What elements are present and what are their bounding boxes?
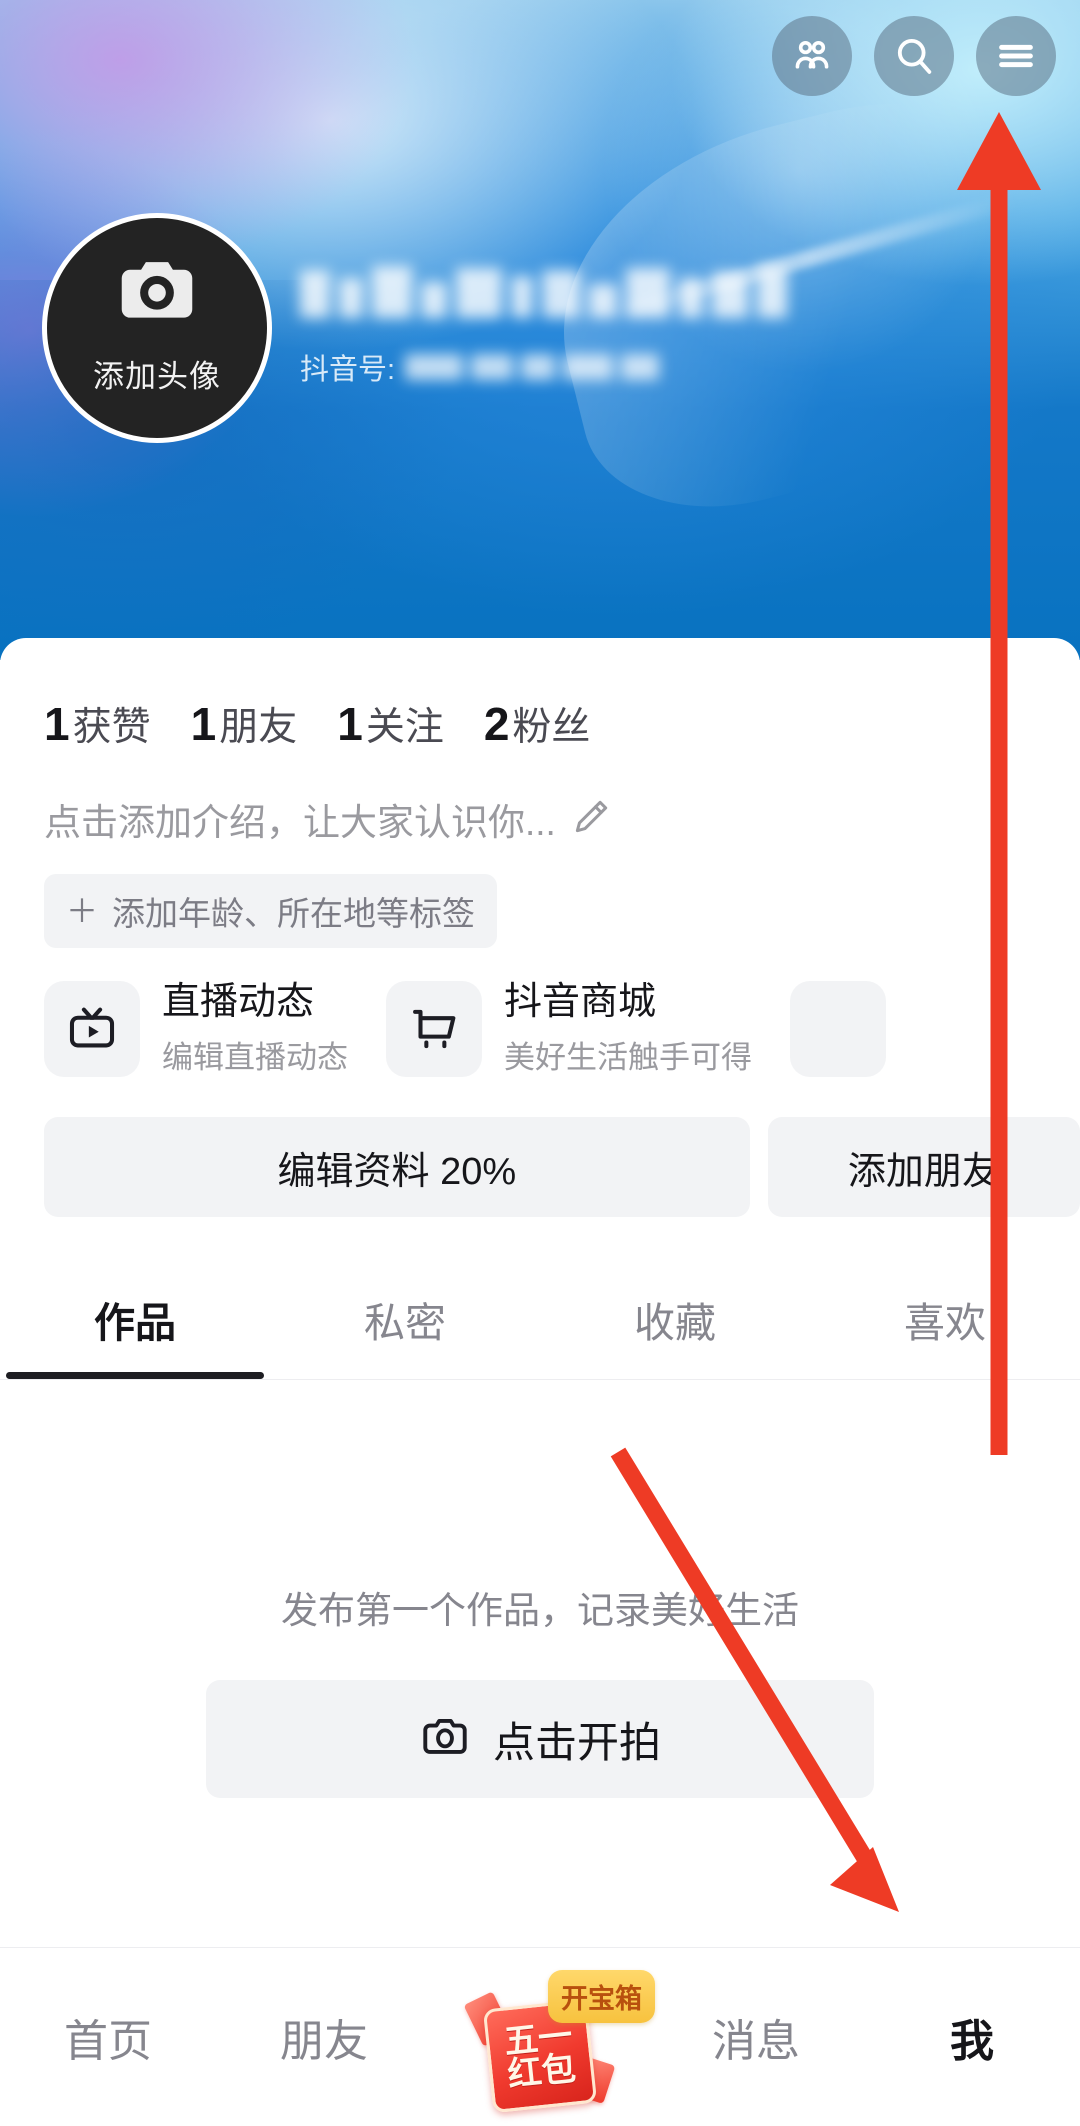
entry-subtitle: 美好生活触手可得	[504, 1040, 752, 1076]
content-tabs: 作品 私密 收藏 喜欢	[0, 1263, 1080, 1381]
stat-label: 关注	[365, 706, 444, 749]
start-shooting-label: 点击开拍	[492, 1718, 661, 1766]
stat-value: 1	[337, 698, 363, 750]
add-friend-button[interactable]: 添加朋友	[767, 1117, 1080, 1218]
partial-card-icon-placeholder	[790, 980, 886, 1077]
entry-subtitle: 编辑直播动态	[162, 1040, 348, 1076]
nav-item-messages[interactable]: 消息	[648, 2005, 864, 2069]
entry-card-shop[interactable]: 抖音商城 美好生活触手可得	[386, 980, 752, 1077]
tab-favorites[interactable]: 收藏	[540, 1263, 810, 1379]
entry-cards-row: 直播动态 编辑直播动态 抖音商城 美好生活触手可得	[0, 948, 1080, 1077]
entry-card-shop-text: 抖音商城 美好生活触手可得	[504, 980, 752, 1077]
entry-card-live-text: 直播动态 编辑直播动态	[162, 980, 348, 1077]
search-icon	[891, 33, 937, 79]
stat-following[interactable]: 1 关注	[337, 696, 444, 752]
edit-profile-button[interactable]: 编辑资料 20%	[44, 1117, 750, 1218]
bio-placeholder: 点击添加介绍，让大家认识你...	[44, 802, 556, 843]
camera-add-avatar-icon	[111, 246, 203, 343]
open-treasure-badge[interactable]: 开宝箱	[548, 1969, 655, 2023]
tab-private[interactable]: 私密	[270, 1263, 540, 1379]
add-tags-chip[interactable]: ＋ 添加年龄、所在地等标签	[44, 874, 498, 948]
tab-likes[interactable]: 喜欢	[810, 1263, 1080, 1379]
active-tab-indicator	[6, 1372, 264, 1380]
stat-label: 获赞	[72, 706, 151, 749]
friends-button[interactable]	[772, 16, 852, 96]
start-shooting-button[interactable]: 点击开拍	[206, 1680, 874, 1799]
stat-friends[interactable]: 1 朋友	[191, 696, 298, 752]
menu-button[interactable]	[976, 16, 1056, 96]
douyin-id-label: 抖音号:	[300, 354, 396, 386]
stat-value: 2	[483, 698, 510, 750]
avatar-label: 添加头像	[93, 359, 221, 394]
stat-likes[interactable]: 1 获赞	[44, 696, 151, 752]
stat-value: 1	[190, 698, 217, 750]
stats-row: 1 获赞 1 朋友 1 关注 2 粉丝	[0, 638, 1080, 752]
avatar-block[interactable]: 添加头像	[42, 213, 272, 443]
nickname-redacted	[300, 262, 787, 318]
douyin-id-row[interactable]: 抖音号:	[300, 346, 787, 388]
stat-followers[interactable]: 2 粉丝	[484, 696, 591, 752]
tab-works[interactable]: 作品	[0, 1263, 270, 1379]
friends-icon	[789, 33, 835, 79]
entry-title: 直播动态	[162, 981, 315, 1023]
nav-item-me[interactable]: 我	[864, 2005, 1080, 2069]
stat-value: 1	[44, 698, 70, 750]
shopping-cart-icon	[386, 980, 482, 1077]
add-tags-label: 添加年龄、所在地等标签	[112, 895, 476, 932]
empty-state: 发布第一个作品，记录美好生活 点击开拍	[0, 1380, 1080, 1799]
bio-row[interactable]: 点击添加介绍，让大家认识你...	[0, 752, 1080, 846]
nav-item-friends[interactable]: 朋友	[216, 2005, 432, 2069]
stat-label: 朋友	[219, 706, 298, 749]
pencil-icon[interactable]	[570, 796, 612, 843]
camera-icon	[419, 1711, 471, 1768]
empty-state-text: 发布第一个作品，记录美好生活	[281, 1590, 799, 1632]
avatar[interactable]: 添加头像	[42, 213, 272, 443]
tv-live-icon	[44, 980, 140, 1077]
search-button[interactable]	[874, 16, 954, 96]
entry-card-live[interactable]: 直播动态 编辑直播动态	[44, 980, 348, 1077]
entry-title: 抖音商城	[504, 981, 657, 1023]
plus-icon: ＋	[66, 893, 99, 929]
identity-block: 抖音号:	[300, 262, 787, 388]
redpacket-art: 五一 红包 开宝箱	[463, 1969, 655, 2114]
nav-item-home[interactable]: 首页	[0, 2005, 216, 2069]
menu-icon	[993, 33, 1039, 79]
entry-card-next-partial[interactable]	[790, 980, 886, 1077]
profile-content-sheet: 1 获赞 1 朋友 1 关注 2 粉丝 点击添加介绍，让大家认识你... ＋ 添…	[0, 638, 1080, 1948]
bottom-navigation-bar: 首页 朋友 五一 红包 开宝箱 消息 我	[0, 1947, 1080, 2125]
douyin-id-redacted	[405, 354, 660, 380]
nav-item-redpacket[interactable]: 五一 红包 开宝箱	[432, 1948, 655, 2126]
stat-label: 粉丝	[512, 706, 591, 749]
action-buttons-row: 编辑资料 20% 添加朋友	[0, 1077, 1080, 1218]
redpacket-art-line2: 红包	[505, 2048, 578, 2094]
header-actions	[772, 16, 1056, 96]
